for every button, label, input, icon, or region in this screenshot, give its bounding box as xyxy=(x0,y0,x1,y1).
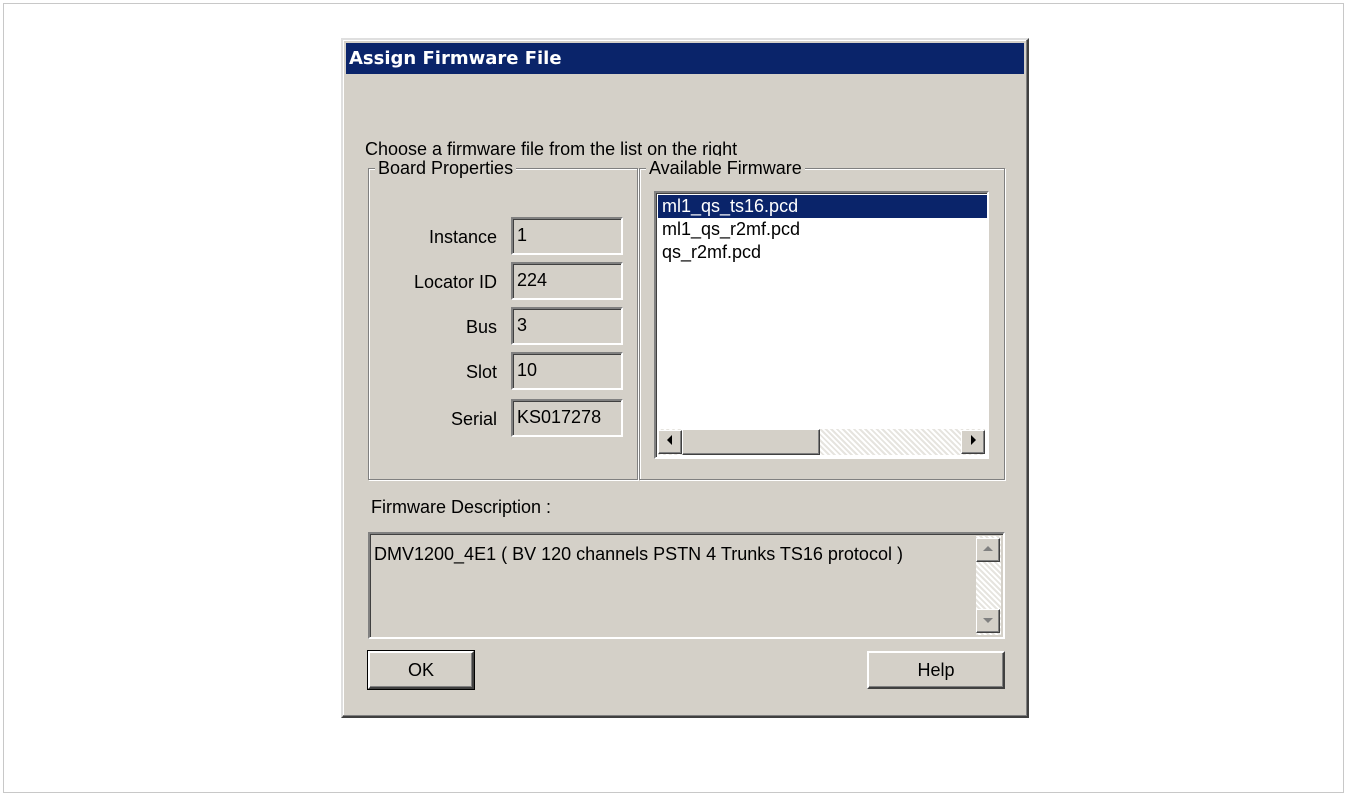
board-properties-legend: Board Properties xyxy=(375,156,517,180)
serial-field[interactable]: KS017278 xyxy=(511,399,623,437)
arrow-left-icon xyxy=(665,433,675,451)
scroll-right-button[interactable] xyxy=(961,430,985,454)
ok-button[interactable]: OK xyxy=(367,650,475,690)
assign-firmware-dialog: Assign Firmware File Choose a firmware f… xyxy=(341,38,1029,718)
firmware-description-box[interactable]: DMV1200_4E1 ( BV 120 channels PSTN 4 Tru… xyxy=(368,532,1005,639)
instance-label: Instance xyxy=(428,227,497,247)
instance-field[interactable]: 1 xyxy=(511,217,623,255)
help-button[interactable]: Help xyxy=(867,651,1005,689)
slot-label: Slot xyxy=(465,362,497,382)
bus-label: Bus xyxy=(465,317,497,337)
firmware-listbox[interactable]: ml1_qs_ts16.pcd ml1_qs_r2mf.pcd qs_r2mf.… xyxy=(654,191,989,459)
slot-field[interactable]: 10 xyxy=(511,352,623,390)
firmware-description-text: DMV1200_4E1 ( BV 120 channels PSTN 4 Tru… xyxy=(374,544,903,564)
firmware-list-item[interactable]: ml1_qs_r2mf.pcd xyxy=(658,218,987,241)
arrow-right-icon xyxy=(968,433,978,451)
description-vertical-scrollbar[interactable] xyxy=(976,536,1001,635)
firmware-list-item[interactable]: qs_r2mf.pcd xyxy=(658,241,987,264)
scroll-left-button[interactable] xyxy=(658,430,682,454)
dialog-title-bar: Assign Firmware File xyxy=(346,43,1024,74)
available-firmware-legend: Available Firmware xyxy=(646,156,805,180)
locator-id-label: Locator ID xyxy=(413,272,497,292)
serial-label: Serial xyxy=(450,409,497,429)
scroll-thumb[interactable] xyxy=(682,429,820,455)
firmware-list-item[interactable]: ml1_qs_ts16.pcd xyxy=(658,195,987,218)
scroll-down-button[interactable] xyxy=(976,609,1000,633)
scroll-up-button[interactable] xyxy=(976,538,1000,562)
firmware-list-horizontal-scrollbar[interactable] xyxy=(658,429,985,455)
locator-id-field[interactable]: 224 xyxy=(511,262,623,300)
available-firmware-group: Available Firmware ml1_qs_ts16.pcd ml1_q… xyxy=(639,156,1005,480)
dialog-title: Assign Firmware File xyxy=(349,48,562,69)
bus-field[interactable]: 3 xyxy=(511,307,623,345)
arrow-up-icon xyxy=(982,541,994,559)
arrow-down-icon xyxy=(982,612,994,630)
board-properties-group: Board Properties Instance 1 Locator ID 2… xyxy=(368,156,638,480)
firmware-description-label: Firmware Description : xyxy=(371,497,552,517)
